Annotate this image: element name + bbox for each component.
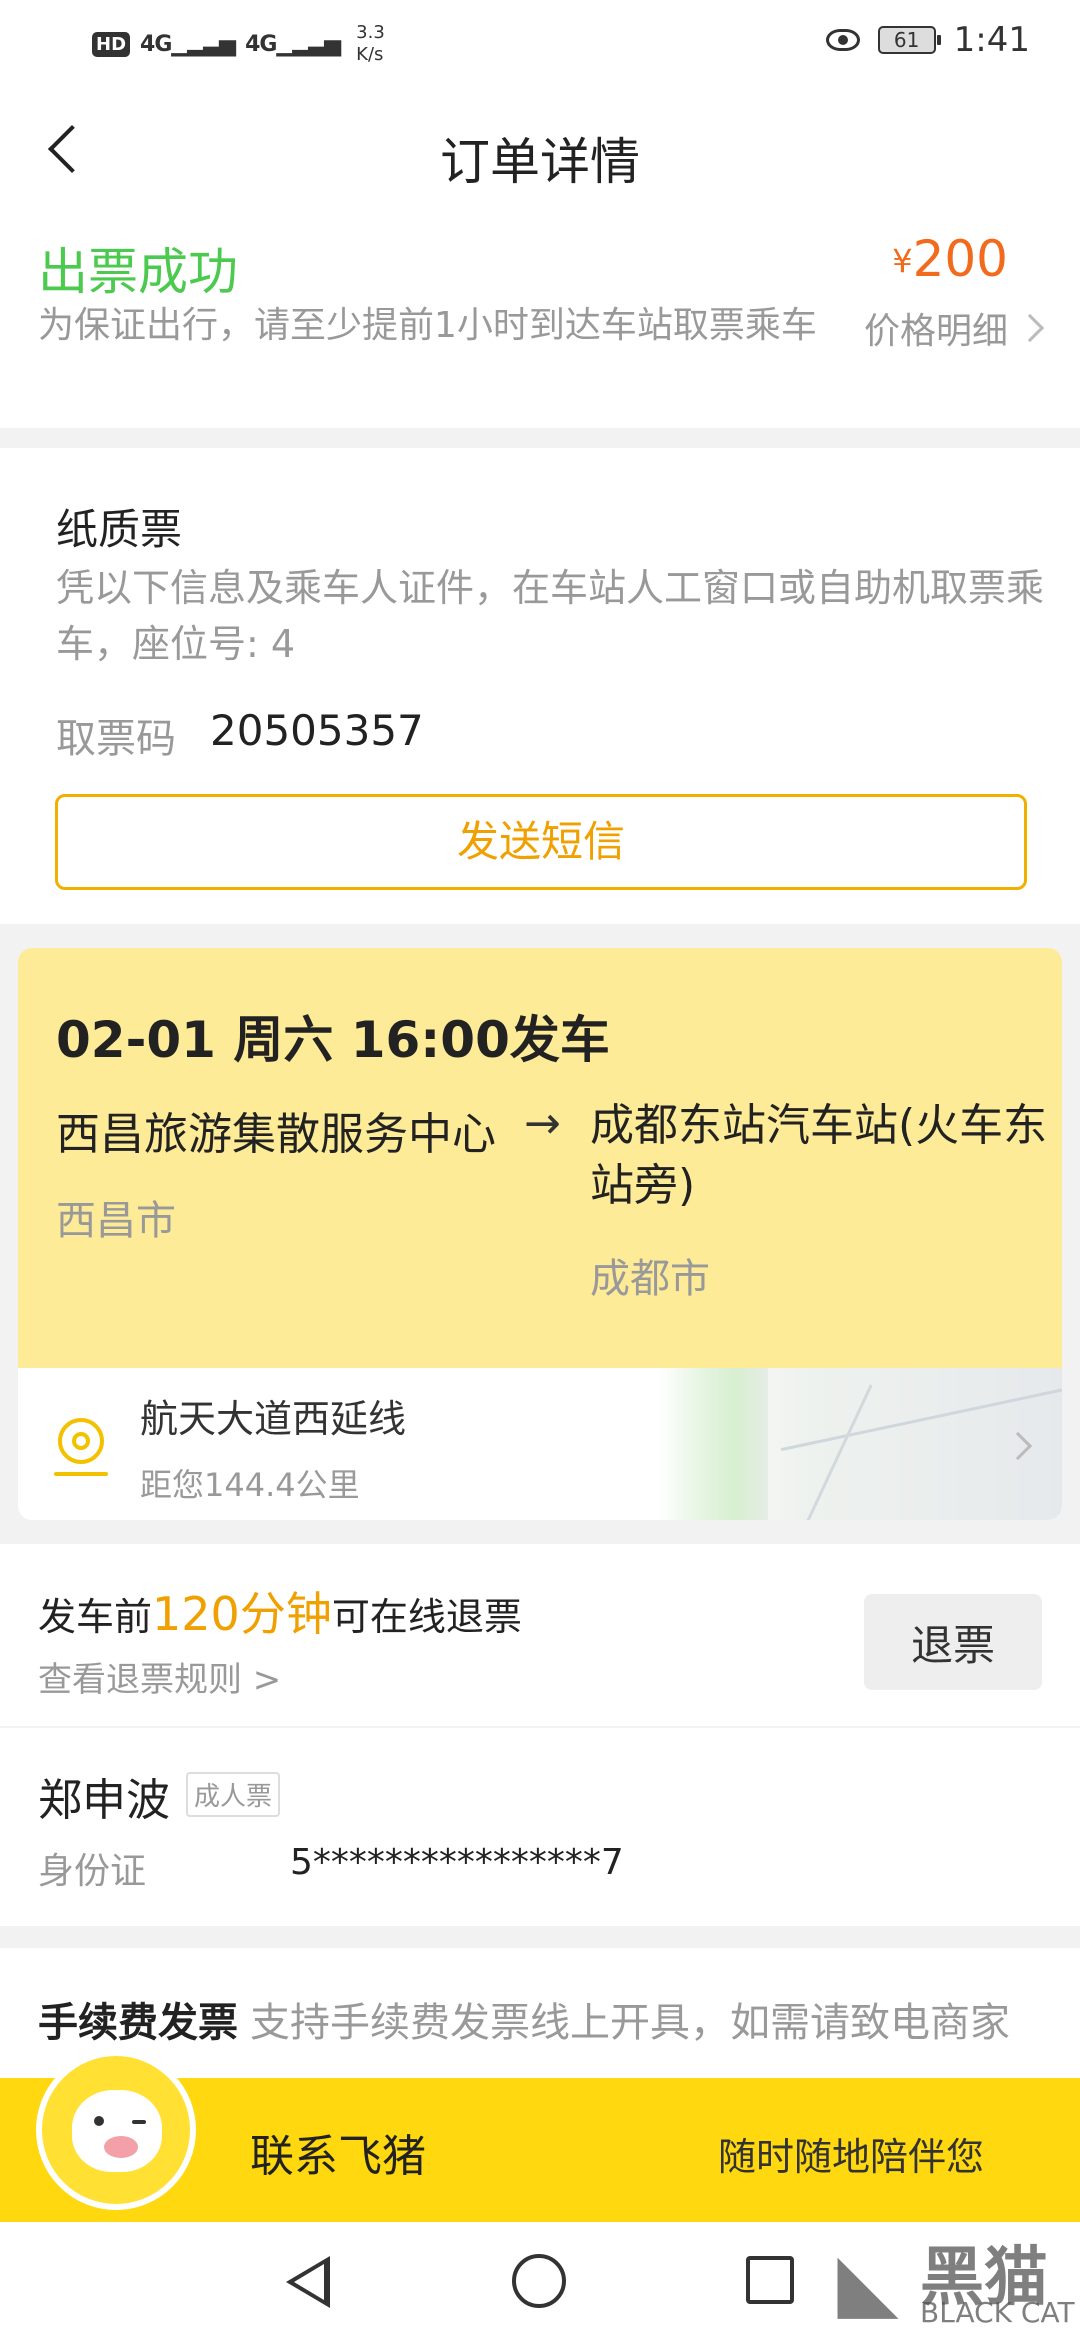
clock: 1:41: [953, 20, 1030, 60]
page-title: 订单详情: [440, 133, 640, 191]
id-type-label: 身份证: [38, 1851, 147, 1892]
mascot-nose: [104, 2136, 138, 2158]
invoice-text: 支持手续费发票线上开具，如需请致电商家: [250, 2000, 1010, 2046]
status-bar-right: 61 1:41: [825, 20, 1030, 60]
paper-ticket-description: 凭以下信息及乘车人证件，在车站人工窗口或自助机取票乘车，座位号: 4: [56, 566, 1045, 666]
trip-card[interactable]: 02-01 周六 16:00发车 西昌旅游集散服务中心 → 成都东站汽车站(火车…: [18, 948, 1062, 1520]
from-city: 西昌市: [56, 1198, 176, 1244]
refund-button[interactable]: 退票: [864, 1594, 1042, 1690]
pickup-code: 20505357: [210, 706, 424, 755]
sim2-label: 4G: [245, 31, 277, 57]
location-pin-icon: [58, 1418, 104, 1464]
invoice-card: 手续费发票 支持手续费发票线上开具，如需请致电商家: [0, 1948, 1080, 2078]
battery-icon: 61: [877, 26, 941, 54]
send-sms-button[interactable]: 发送短信: [55, 794, 1027, 890]
pickup-code-label: 取票码: [56, 716, 176, 762]
mascot-eye: [94, 2116, 104, 2126]
mascot-wink: [132, 2120, 146, 2124]
price-value: 200: [912, 230, 1008, 288]
mascot-avatar[interactable]: [36, 2050, 196, 2210]
passenger-card: 郑申波 成人票 身份证 5****************7: [0, 1728, 1080, 1926]
network-speed: 3.3 K/s: [356, 22, 385, 66]
departure-time: 02-01 周六 16:00发车: [56, 1011, 610, 1069]
trip-info: 02-01 周六 16:00发车 西昌旅游集散服务中心 → 成都东站汽车站(火车…: [18, 948, 1062, 1368]
location-pin-base: [54, 1472, 108, 1476]
signal-icon: 4G▁▂▃▅: [140, 31, 236, 57]
eye-comfort-icon: [825, 29, 860, 51]
to-station: 成都东站汽车站(火车东站旁): [590, 1100, 1048, 1211]
boarding-point-distance: 距您144.4公里: [140, 1466, 360, 1504]
sim1-label: 4G: [140, 31, 172, 57]
price-symbol: ¥: [892, 242, 913, 280]
contact-slogan: 随时随地陪伴您: [718, 2135, 985, 2179]
id-number: 5****************7: [290, 1842, 624, 1883]
refund-minutes: 120分钟: [152, 1587, 332, 1641]
ticket-type-badge: 成人票: [186, 1772, 281, 1817]
paper-ticket-card: 纸质票 凭以下信息及乘车人证件，在车站人工窗口或自助机取票乘车，座位号: 4 取…: [0, 448, 1080, 924]
boarding-point-name: 航天大道西延线: [140, 1397, 407, 1441]
route-arrow-icon: →: [524, 1098, 561, 1149]
paper-ticket-title: 纸质票: [56, 505, 183, 554]
speed-unit: K/s: [356, 44, 384, 65]
order-status-text: 出票成功: [38, 243, 238, 301]
arrival-tip: 为保证出行，请至少提前1小时到达车站取票乘车: [38, 305, 817, 346]
chevron-right-icon[interactable]: [1015, 313, 1045, 343]
hd-badge: HD: [92, 31, 131, 57]
invoice-title: 手续费发票: [38, 2000, 238, 2046]
nav-recents-icon[interactable]: [746, 2256, 794, 2304]
refund-policy-text: 发车前120分钟可在线退票: [38, 1578, 522, 1644]
from-station: 西昌旅游集散服务中心: [56, 1109, 496, 1160]
speed-value: 3.3: [356, 22, 385, 43]
price-detail-link[interactable]: 价格明细: [864, 302, 1008, 354]
watermark-subtitle: BLACK CAT: [920, 2296, 1075, 2329]
to-city: 成都市: [590, 1256, 710, 1302]
refund-prefix: 发车前: [38, 1595, 153, 1639]
passenger-name: 郑申波: [38, 1775, 170, 1826]
order-price: ¥200: [892, 230, 1008, 288]
status-bar-left: HD 4G▁▂▃▅ 4G▁▂▃▅ 3.3 K/s: [92, 22, 385, 66]
refund-suffix: 可在线退票: [331, 1595, 522, 1639]
map-park-area: [658, 1368, 768, 1520]
nav-back-icon-inner: [294, 2264, 324, 2300]
refund-card: 发车前120分钟可在线退票 查看退票规则 > 退票: [0, 1544, 1080, 1726]
mascot-face: [72, 2090, 162, 2172]
nav-home-icon[interactable]: [512, 2254, 566, 2308]
order-status-card: 出票成功 ¥200 为保证出行，请至少提前1小时到达车站取票乘车 价格明细: [0, 220, 1080, 428]
contact-label[interactable]: 联系飞猪: [250, 2120, 426, 2184]
nav-header: 订单详情: [0, 90, 1080, 220]
refund-rules-link[interactable]: 查看退票规则 >: [38, 1652, 281, 1701]
signal-icon-2: 4G▁▂▃▅: [245, 31, 341, 57]
watermark-cat-logo: ◣: [837, 2235, 899, 2328]
